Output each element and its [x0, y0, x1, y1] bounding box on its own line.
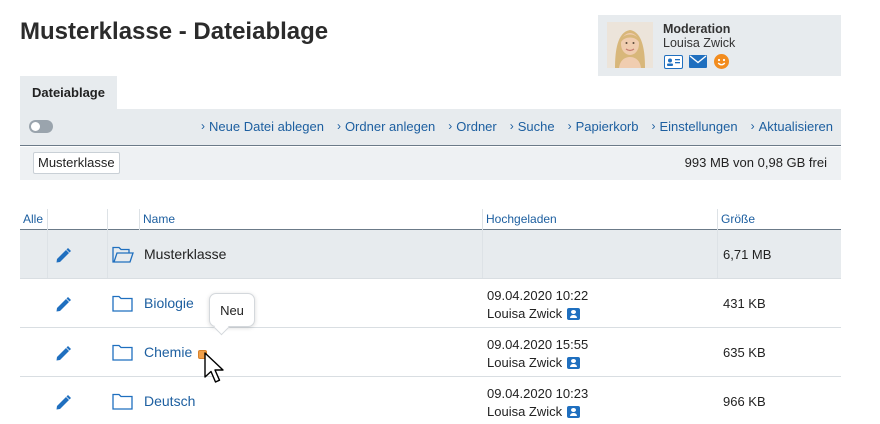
column-divider	[47, 230, 48, 278]
file-size: 966 KB	[723, 394, 766, 409]
smiley-icon[interactable]	[712, 54, 731, 69]
column-divider	[107, 209, 108, 230]
table-header: Alle Name Hochgeladen Größe	[20, 209, 841, 230]
chevron-right-icon: ›	[448, 119, 453, 133]
table-row[interactable]: Musterklasse 6,71 MB	[20, 230, 841, 279]
info-bar: Musterklasse 993 MB von 0,98 GB frei	[20, 147, 841, 180]
pencil-icon[interactable]	[54, 344, 72, 362]
column-divider	[717, 209, 718, 230]
uploader[interactable]: Louisa Zwick	[487, 404, 581, 419]
uploader[interactable]: Louisa Zwick	[487, 355, 581, 370]
chevron-right-icon: ›	[201, 119, 206, 133]
file-name[interactable]: Deutsch	[144, 393, 195, 409]
storage-quota: 993 MB von 0,98 GB frei	[684, 155, 827, 170]
chevron-right-icon: ›	[509, 119, 514, 133]
column-divider	[482, 209, 483, 230]
toolbar: › Neue Datei ablegen › Ordner anlegen › Ord…	[20, 109, 841, 146]
action-label: Ordner	[456, 118, 497, 134]
moderator-name: Louisa Zwick	[663, 36, 736, 50]
select-all-header[interactable]: Alle	[23, 212, 43, 226]
pencil-icon[interactable]	[54, 246, 72, 264]
toolbar-actions: › Neue Datei ablegen › Ordner anlegen › Ord…	[201, 109, 833, 143]
action-label: Suche	[517, 118, 555, 134]
column-divider	[107, 230, 108, 278]
search-button[interactable]: › Suche	[510, 119, 555, 134]
mouse-cursor-icon	[204, 352, 224, 383]
folder-open-icon	[112, 246, 134, 264]
moderation-box: Moderation Louisa Zwick	[598, 15, 841, 76]
action-label: Ordner anlegen	[344, 118, 436, 134]
new-tooltip: Neu	[209, 293, 255, 327]
uploader[interactable]: Louisa Zwick	[487, 306, 581, 321]
upload-date: 09.04.2020 15:55	[487, 337, 589, 352]
new-file-button[interactable]: › Neue Datei ablegen	[201, 119, 324, 134]
uploader-name: Louisa Zwick	[487, 306, 563, 321]
column-divider	[47, 209, 48, 230]
moderator-actions	[664, 54, 731, 69]
settings-button[interactable]: › Einstellungen	[652, 119, 738, 134]
action-label: Neue Datei ablegen	[209, 118, 324, 134]
column-divider	[482, 230, 483, 278]
name-column-header[interactable]: Name	[143, 212, 175, 226]
column-divider	[717, 230, 718, 278]
trash-button[interactable]: › Papierkorb	[568, 119, 639, 134]
contact-card-icon[interactable]	[664, 54, 683, 69]
new-folder-button[interactable]: › Ordner anlegen	[337, 119, 435, 134]
pencil-icon[interactable]	[54, 295, 72, 313]
table-row[interactable]: Biologie 09.04.2020 10:22 Louisa Zwick 4…	[20, 279, 841, 328]
table-row[interactable]: Chemie 09.04.2020 15:55 Louisa Zwick 635…	[20, 328, 841, 377]
mail-icon[interactable]	[688, 54, 707, 69]
breadcrumb[interactable]: Musterklasse	[33, 152, 120, 174]
folder-button[interactable]: › Ordner	[448, 119, 496, 134]
chevron-right-icon: ›	[336, 119, 341, 133]
upload-date: 09.04.2020 10:22	[487, 288, 589, 303]
column-divider	[139, 209, 140, 230]
pencil-icon[interactable]	[54, 393, 72, 411]
uploader-name: Louisa Zwick	[487, 355, 563, 370]
tab-label: Dateiablage	[32, 85, 105, 100]
uploader-name: Louisa Zwick	[487, 404, 563, 419]
moderation-title: Moderation	[663, 22, 731, 36]
size-column-header[interactable]: Größe	[721, 212, 755, 226]
file-name[interactable]: Biologie	[144, 295, 194, 311]
avatar[interactable]	[607, 22, 653, 68]
user-profile-icon[interactable]	[567, 307, 581, 320]
refresh-button[interactable]: › Aktualisieren	[751, 119, 833, 134]
chevron-right-icon: ›	[750, 119, 755, 133]
view-toggle[interactable]	[29, 120, 53, 133]
action-label: Aktualisieren	[758, 118, 833, 134]
table-row[interactable]: Deutsch 09.04.2020 10:23 Louisa Zwick 96…	[20, 377, 841, 424]
tab-dateiablage[interactable]: Dateiablage	[20, 76, 117, 109]
user-profile-icon[interactable]	[567, 405, 581, 418]
action-label: Einstellungen	[659, 118, 738, 134]
folder-icon	[112, 344, 134, 362]
file-name[interactable]: Musterklasse	[144, 246, 226, 262]
action-label: Papierkorb	[575, 118, 639, 134]
file-name[interactable]: Chemie	[144, 344, 192, 360]
user-profile-icon[interactable]	[567, 356, 581, 369]
chevron-right-icon: ›	[567, 119, 572, 133]
upload-date: 09.04.2020 10:23	[487, 386, 589, 401]
uploaded-column-header[interactable]: Hochgeladen	[486, 212, 557, 226]
folder-icon	[112, 393, 134, 411]
folder-icon	[112, 295, 134, 313]
chevron-right-icon: ›	[651, 119, 656, 133]
page-title: Musterklasse - Dateiablage	[20, 18, 329, 45]
file-size: 6,71 MB	[723, 247, 772, 262]
file-size: 431 KB	[723, 296, 766, 311]
file-size: 635 KB	[723, 345, 766, 360]
